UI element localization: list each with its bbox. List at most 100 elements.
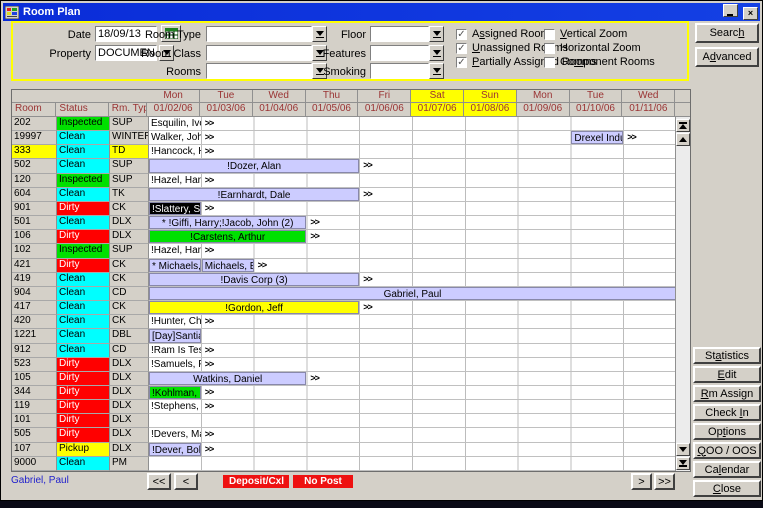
checkbox-box[interactable]: ✓ <box>456 29 467 40</box>
room-row-344[interactable]: 344DirtyDLX!Kohlman, J>> <box>12 386 677 400</box>
room-row-333[interactable]: 333CleanTD!Hancock, H>> <box>12 145 677 159</box>
rooms-input[interactable] <box>206 63 312 79</box>
reservation-bar-dever-bob[interactable]: !Dever, Bob <box>149 443 201 456</box>
room-row-9000[interactable]: 9000CleanPM <box>12 457 677 471</box>
room-row-202[interactable]: 202InspectedSUPEsquilin, Ivo>> <box>12 117 677 131</box>
nav-last-button[interactable]: >> <box>654 473 675 490</box>
reservation-bar-watkins-daniel[interactable]: Watkins, Daniel <box>149 372 306 385</box>
room-class-label: Room Class <box>126 47 201 61</box>
calendar-button[interactable]: Calendar <box>693 461 761 478</box>
features-dropdown-button[interactable] <box>429 45 444 61</box>
room-row-502[interactable]: 502CleanSUP!Dozer, Alan>> <box>12 159 677 173</box>
room-row-501[interactable]: 501CleanDLX* !Giffi, Harry;!Jacob, John … <box>12 216 677 230</box>
search-button[interactable]: Search <box>695 23 759 43</box>
reservation-bar-hazel-harri[interactable]: !Hazel, Harri <box>149 244 201 257</box>
room-number: 417 <box>12 301 57 315</box>
room-row-106[interactable]: 106DirtyDLX!Carstens, Arthur>> <box>12 230 677 244</box>
statistics-button[interactable]: Statistics <box>693 347 761 364</box>
scroll-to-bottom-button[interactable] <box>676 457 690 470</box>
scroll-up-button[interactable] <box>676 133 690 146</box>
close-window-button[interactable]: × <box>743 7 758 20</box>
timeline: Gabriel, Paul <box>149 287 677 301</box>
room-row-120[interactable]: 120InspectedSUP!Hazel, Harri>> <box>12 174 677 188</box>
room-row-119[interactable]: 119DirtyDLX!Stephens, R>> <box>12 400 677 414</box>
scroll-to-top-button[interactable] <box>676 119 690 132</box>
close-button[interactable]: Close <box>693 480 761 497</box>
reservation-bar-hazel-harri[interactable]: !Hazel, Harri <box>149 174 201 187</box>
room-row-417[interactable]: 417CleanCK!Gordon, Jeff>> <box>12 301 677 315</box>
room-row-101[interactable]: 101DirtyDLX <box>12 414 677 428</box>
minimize-button[interactable] <box>723 4 738 17</box>
current-guest-label: Gabriel, Paul <box>11 475 69 486</box>
floor-input[interactable] <box>370 26 429 42</box>
reservation-bar-devers-mar[interactable]: !Devers, Mar <box>149 428 201 441</box>
room-plan-window: Room Plan × Date Property Room Type Room… <box>0 0 763 501</box>
room-row-1221[interactable]: 1221CleanDBL[Day]Santiag <box>12 329 677 343</box>
reservation-bar-gabriel-paul[interactable]: Gabriel, Paul <box>149 287 676 300</box>
reservation-bar-samuels-p[interactable]: !Samuels, P <box>149 358 201 371</box>
room-row-421[interactable]: 421DirtyCK* Michaels, EMichaels, Ed>> <box>12 259 677 273</box>
reservation-bar-dozer-alan[interactable]: !Dozer, Alan <box>149 159 359 172</box>
smoking-input[interactable] <box>370 63 429 79</box>
room-row-107[interactable]: 107PickupDLX!Dever, Bob>> <box>12 443 677 457</box>
room-row-505[interactable]: 505DirtyDLX!Devers, Mar>> <box>12 428 677 442</box>
checkbox-vertical-zoom[interactable]: Vertical Zoom <box>544 27 655 41</box>
reservation-bar-carstens-arthur[interactable]: !Carstens, Arthur <box>149 230 306 243</box>
reservation-bar-earnhardt-dale[interactable]: !Earnhardt, Dale <box>149 188 359 201</box>
room-number: 19997 <box>12 131 57 145</box>
continuation-marker: >> <box>205 202 214 215</box>
reservation-bar-hancock-h[interactable]: !Hancock, H <box>149 145 201 158</box>
room-row-901[interactable]: 901DirtyCK!Slattery, Sea>> <box>12 202 677 216</box>
status-column-header: Status <box>56 103 108 117</box>
status-cell: Clean <box>57 216 110 230</box>
reservation-bar-walker-john[interactable]: Walker, John <box>149 131 201 144</box>
reservation-bar-drexel-indus[interactable]: Drexel Indus <box>571 131 623 144</box>
room-type-cell: DLX <box>110 358 149 372</box>
advanced-button[interactable]: Advanced <box>695 47 759 67</box>
smoking-dropdown-button[interactable] <box>429 63 444 79</box>
room-row-912[interactable]: 912CleanCD!Ram Is Tes>> <box>12 344 677 358</box>
qoo-oos-button[interactable]: QOO / OOS <box>693 442 761 459</box>
room-row-105[interactable]: 105DirtyDLXWatkins, Daniel>> <box>12 372 677 386</box>
checkbox-box[interactable]: ✓ <box>456 57 467 68</box>
room-type-input[interactable] <box>206 26 312 42</box>
reservation-bar-ram-is-tes[interactable]: !Ram Is Tes <box>149 344 201 357</box>
floor-dropdown-button[interactable] <box>429 26 444 42</box>
nav-next-button[interactable]: > <box>631 473 652 490</box>
reservation-bar-slattery-sea[interactable]: !Slattery, Sea <box>149 202 201 215</box>
reservation-bar-michaels-ed[interactable]: Michaels, Ed <box>202 259 254 272</box>
room-row-420[interactable]: 420CleanCK!Hunter, Cha>> <box>12 315 677 329</box>
nav-prev-button[interactable]: < <box>174 473 198 490</box>
reservation-bar-davis-corp-3[interactable]: !Davis Corp (3) <box>149 273 359 286</box>
reservation-bar-hunter-cha[interactable]: !Hunter, Cha <box>149 315 201 328</box>
reservation-bar-day-santiag[interactable]: [Day]Santiag <box>149 329 201 342</box>
checkbox-box[interactable] <box>544 57 555 68</box>
reservation-bar-giffi-harry-jacob-john-2[interactable]: * !Giffi, Harry;!Jacob, John (2) <box>149 216 306 229</box>
room-row-523[interactable]: 523DirtyDLX!Samuels, P>> <box>12 358 677 372</box>
room-row-102[interactable]: 102InspectedSUP!Hazel, Harri>> <box>12 244 677 258</box>
rm-assign-button[interactable]: Rm Assign <box>693 385 761 402</box>
reservation-bar-michaels-e[interactable]: * Michaels, E <box>149 259 201 272</box>
features-input[interactable] <box>370 45 429 61</box>
checkbox-horizontal-zoom[interactable]: Horizontal Zoom <box>544 41 655 55</box>
room-row-19997[interactable]: 19997CleanWINTERWalker, John>>Drexel Ind… <box>12 131 677 145</box>
reservation-bar-stephens-r[interactable]: !Stephens, R <box>149 400 201 413</box>
scroll-down-button[interactable] <box>676 443 690 456</box>
checkbox-box[interactable] <box>544 29 555 40</box>
check-in-button[interactable]: Check In <box>693 404 761 421</box>
room-class-input[interactable] <box>206 45 312 61</box>
room-row-419[interactable]: 419CleanCK!Davis Corp (3)>> <box>12 273 677 287</box>
nav-first-button[interactable]: << <box>147 473 171 490</box>
reservation-bar-esquilin-ivo[interactable]: Esquilin, Ivo <box>149 117 201 130</box>
reservation-bar-kohlman-j[interactable]: !Kohlman, J <box>149 386 201 399</box>
checkbox-box[interactable]: ✓ <box>456 43 467 54</box>
room-row-604[interactable]: 604CleanTK!Earnhardt, Dale>> <box>12 188 677 202</box>
edit-button[interactable]: Edit <box>693 366 761 383</box>
timeline: Walker, John>>Drexel Indus>> <box>149 131 677 145</box>
room-row-904[interactable]: 904CleanCDGabriel, Paul <box>12 287 677 301</box>
vertical-scrollbar[interactable] <box>675 117 690 471</box>
options-button[interactable]: Options <box>693 423 761 440</box>
checkbox-component-rooms[interactable]: Component Rooms <box>544 55 655 69</box>
reservation-bar-gordon-jeff[interactable]: !Gordon, Jeff <box>149 301 359 314</box>
checkbox-box[interactable] <box>544 43 555 54</box>
